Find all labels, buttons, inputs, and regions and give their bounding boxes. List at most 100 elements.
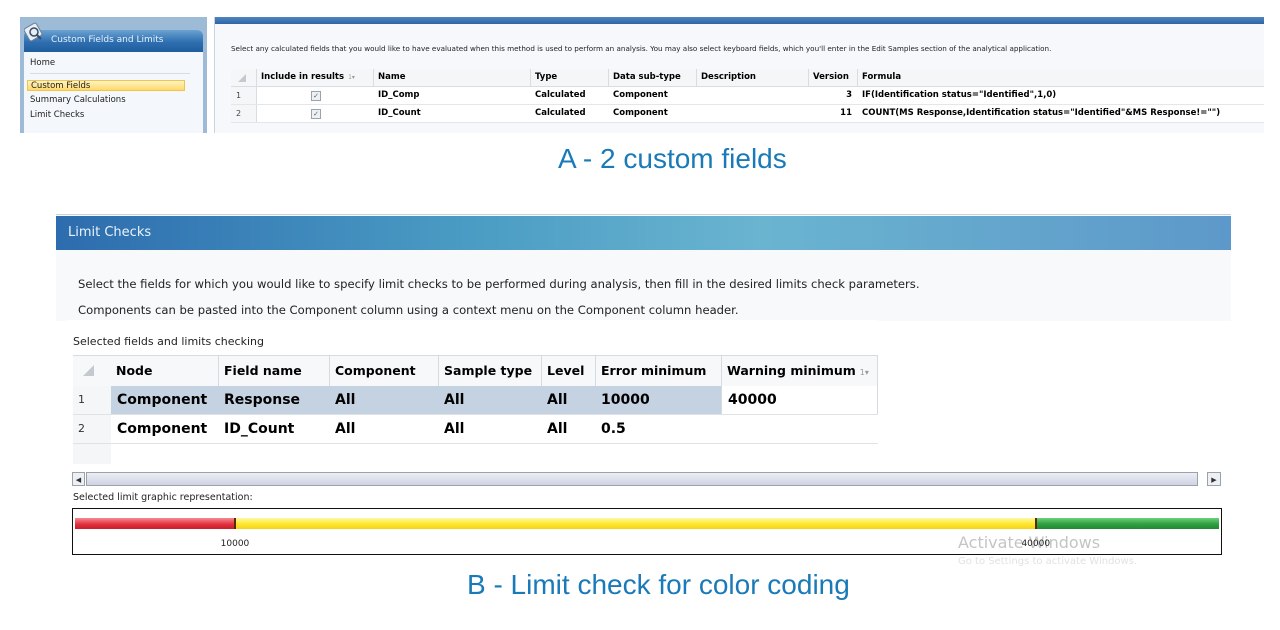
col-version[interactable]: Version — [809, 69, 858, 86]
corner-triangle-icon — [238, 74, 246, 82]
col-label: Include in results — [261, 72, 345, 82]
nav-item-custom-fields[interactable]: Custom Fields — [27, 80, 185, 91]
sort-down-icon: ▾ — [864, 368, 869, 377]
graphic-label: Selected limit graphic representation: — [73, 492, 253, 503]
limits-grid-area: Selected fields and limits checking ⋮ No… — [66, 320, 878, 465]
select-all-corner[interactable] — [73, 356, 111, 386]
col-warning-minimum[interactable]: Warning minimum 1▾ — [721, 356, 878, 386]
col-label: Formula — [862, 72, 902, 82]
content-header-bar — [215, 17, 1264, 24]
col-label: Node — [116, 363, 153, 378]
col-type[interactable]: Type — [531, 69, 609, 86]
cell-error-minimum[interactable]: 0.5 — [595, 415, 626, 443]
row-number: 2 — [231, 105, 257, 122]
cell-node[interactable]: Component — [111, 386, 207, 414]
col-label: Description — [701, 72, 756, 82]
cell-field-name[interactable]: ID_Count — [218, 415, 294, 443]
col-component[interactable]: Component — [329, 356, 438, 386]
col-label: Name — [378, 72, 406, 82]
sort-indicator-icon: 1▾ — [348, 74, 355, 81]
col-include-in-results[interactable]: Include in results 1▾ — [257, 69, 374, 86]
cell-formula: IF(Identification status="Identified",1,… — [862, 90, 1057, 100]
warning-range-bar — [235, 518, 1036, 529]
col-name[interactable]: Name — [374, 69, 531, 86]
col-label: Data sub-type — [613, 72, 681, 82]
col-error-minimum[interactable]: Error minimum — [595, 356, 721, 386]
nav-item-summary-calculations[interactable]: Summary Calculations — [30, 95, 126, 105]
activate-windows-subtext: Go to Settings to activate Windows. — [958, 556, 1138, 567]
grid-label: Selected fields and limits checking — [73, 335, 264, 348]
cell-type: Calculated — [535, 108, 586, 118]
select-all-corner[interactable] — [231, 69, 257, 86]
table-row[interactable]: 2 Component ID_Count All All All 0.5 — [73, 415, 878, 444]
table-row[interactable]: 1 Component Response All All All 10000 4… — [73, 386, 878, 415]
cell-version: 11 — [840, 108, 852, 118]
col-label: Level — [547, 363, 585, 378]
corner-triangle-icon — [83, 365, 94, 376]
cell-warning-minimum[interactable] — [721, 415, 727, 443]
cell-component[interactable]: All — [329, 386, 355, 414]
include-checkbox[interactable]: ✓ — [311, 109, 321, 119]
scroll-left-button[interactable]: ◀ — [72, 472, 85, 486]
cell-sample-type[interactable]: All — [438, 386, 464, 414]
cell-level[interactable]: All — [541, 415, 567, 443]
warning-minimum-label: 40000 — [1021, 539, 1051, 549]
table-row[interactable]: 2 ✓ ID_Count Calculated Component 11 COU… — [231, 105, 1264, 123]
panel-a-custom-fields: Custom Fields and Limits Home Custom Fie… — [0, 0, 1280, 135]
grid-header: ⋮ Node Field name Component Sample type … — [73, 355, 878, 387]
magnifier-logo-icon — [24, 22, 43, 42]
col-label: Sample type — [444, 363, 533, 378]
custom-fields-content: Select any calculated fields that you wo… — [214, 17, 1264, 133]
col-label: Warning minimum — [727, 363, 856, 378]
horizontal-scrollbar[interactable]: ◀ ▶ — [72, 472, 1222, 487]
cell-name: ID_Comp — [378, 90, 420, 100]
limit-checks-panel: Limit Checks Select the fields for which… — [56, 214, 1231, 321]
limit-checks-description-2: Components can be pasted into the Compon… — [78, 303, 739, 317]
col-label: Error minimum — [601, 363, 707, 378]
cell-formula: COUNT(MS Response,Identification status=… — [862, 108, 1221, 118]
cell-field-name[interactable]: Response — [218, 386, 300, 414]
col-formula[interactable]: Formula — [858, 69, 1264, 86]
cell-error-minimum[interactable]: 10000 — [595, 386, 650, 414]
cell-level[interactable]: All — [541, 386, 567, 414]
scroll-left-icon: ◀ — [75, 476, 82, 484]
cell-name: ID_Count — [378, 108, 421, 118]
nav-header: Custom Fields and Limits — [24, 22, 203, 52]
col-field-name[interactable]: Field name — [218, 356, 329, 386]
error-minimum-label: 10000 — [220, 539, 250, 549]
table-row[interactable]: 1 ✓ ID_Comp Calculated Component 3 IF(Id… — [231, 87, 1264, 105]
row-header-empty — [73, 444, 111, 464]
cell-warning-minimum[interactable]: 40000 — [721, 386, 878, 414]
col-label: Type — [535, 72, 558, 82]
sort-indicator-icon: 1▾ — [860, 368, 869, 377]
col-label: Version — [813, 72, 849, 82]
limit-checks-description-1: Select the fields for which you would li… — [78, 277, 920, 291]
row-number: 1 — [231, 87, 257, 104]
cell-subtype: Component — [613, 90, 668, 100]
cell-sample-type[interactable]: All — [438, 415, 464, 443]
col-description[interactable]: Description — [697, 69, 809, 86]
scroll-right-icon: ▶ — [1211, 476, 1217, 484]
row-number: 1 — [73, 386, 111, 414]
scrollbar-thumb[interactable] — [86, 472, 1198, 486]
nav-body: Home Custom Fields Summary Calculations … — [24, 52, 203, 133]
cell-subtype: Component — [613, 108, 668, 118]
error-minimum-marker — [234, 518, 237, 529]
custom-fields-description: Select any calculated fields that you wo… — [231, 44, 1052, 53]
cell-version: 3 — [846, 90, 852, 100]
col-node[interactable]: Node — [111, 356, 218, 386]
nav-item-limit-checks[interactable]: Limit Checks — [30, 110, 84, 120]
col-level[interactable]: Level — [541, 356, 595, 386]
caption-b: B - Limit check for color coding — [467, 569, 850, 600]
error-range-bar — [75, 518, 236, 529]
cell-component[interactable]: All — [329, 415, 355, 443]
navigation-panel: Custom Fields and Limits Home Custom Fie… — [20, 17, 207, 133]
col-sample-type[interactable]: Sample type — [438, 356, 541, 386]
row-number: 2 — [73, 415, 111, 443]
cell-node[interactable]: Component — [111, 415, 207, 443]
cell-type: Calculated — [535, 90, 586, 100]
nav-item-home[interactable]: Home — [30, 58, 55, 68]
include-checkbox[interactable]: ✓ — [311, 91, 321, 101]
col-data-sub-type[interactable]: Data sub-type — [609, 69, 697, 86]
scroll-right-button[interactable]: ▶ — [1207, 472, 1221, 486]
